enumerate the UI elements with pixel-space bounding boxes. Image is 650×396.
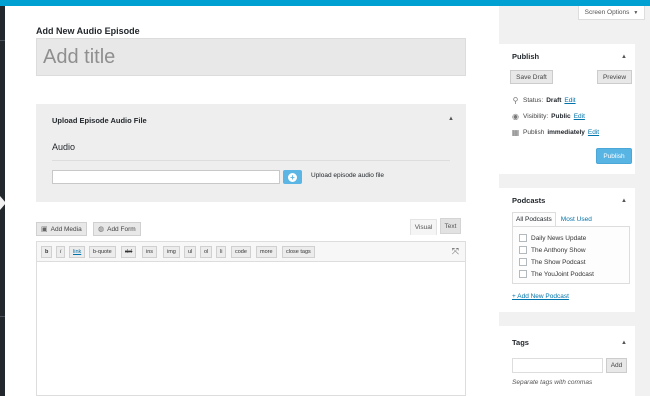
list-item[interactable]: The Anthony Show: [519, 246, 586, 254]
list-item[interactable]: The YouJoint Podcast: [519, 270, 594, 278]
screen-options-button[interactable]: Screen Options ▼: [578, 6, 645, 20]
calendar-icon: ▦: [511, 128, 520, 137]
form-icon: ◍: [98, 226, 105, 233]
edit-status-link[interactable]: Edit: [564, 97, 575, 104]
qt-del[interactable]: del: [121, 246, 137, 258]
upload-episode-metabox: Upload Episode Audio File ▲ Audio + Uplo…: [36, 104, 466, 202]
tag-input[interactable]: [512, 358, 603, 373]
schedule-row: ▦ Publish immediately Edit: [511, 128, 600, 137]
media-icon: ▣: [41, 226, 48, 233]
caret-down-icon: ▼: [633, 9, 639, 16]
content-editor[interactable]: b i link b-quote del ins img ul ol li co…: [36, 241, 466, 396]
upload-button-label: Upload episode audio file: [311, 172, 384, 179]
add-media-button[interactable]: ▣ Add Media: [36, 222, 87, 236]
qt-link[interactable]: link: [69, 246, 86, 258]
podcast-checklist: Daily News Update The Anthony Show The S…: [512, 226, 630, 284]
qt-ol[interactable]: ol: [200, 246, 213, 258]
tags-box-title: Tags: [512, 338, 529, 347]
qt-ul[interactable]: ul: [184, 246, 197, 258]
divider: [52, 160, 450, 161]
add-form-button[interactable]: ◍ Add Form: [93, 222, 141, 236]
qt-li[interactable]: li: [216, 246, 227, 258]
plus-icon: +: [288, 172, 297, 182]
audio-field-label: Audio: [52, 142, 76, 152]
tab-most-used[interactable]: Most Used: [556, 212, 595, 226]
tab-visual[interactable]: Visual: [410, 219, 437, 235]
add-new-podcast-link[interactable]: + Add New Podcast: [512, 293, 569, 300]
qt-more[interactable]: more: [256, 246, 277, 258]
edit-schedule-link[interactable]: Edit: [588, 129, 599, 136]
qt-ins[interactable]: ins: [142, 246, 158, 258]
collapse-toggle-icon[interactable]: ▲: [621, 54, 627, 60]
checkbox[interactable]: [519, 270, 527, 278]
collapse-toggle-icon[interactable]: ▲: [448, 116, 454, 122]
collapse-toggle-icon[interactable]: ▲: [621, 198, 627, 204]
edit-visibility-link[interactable]: Edit: [574, 113, 585, 120]
qt-img[interactable]: img: [163, 246, 180, 258]
list-item[interactable]: Daily News Update: [519, 234, 586, 242]
qt-bold[interactable]: b: [41, 246, 53, 258]
qt-code[interactable]: code: [231, 246, 251, 258]
eye-icon: ◉: [512, 112, 519, 121]
podcasts-box-title: Podcasts: [512, 196, 546, 205]
post-title-input[interactable]: [36, 38, 466, 76]
list-item[interactable]: The Show Podcast: [519, 258, 586, 266]
page-title: Add New Audio Episode: [36, 26, 140, 36]
audio-file-input[interactable]: [52, 170, 280, 184]
publish-button[interactable]: Publish: [596, 148, 632, 164]
checkbox[interactable]: [519, 258, 527, 266]
upload-audio-button[interactable]: +: [283, 170, 302, 184]
add-tag-button[interactable]: Add: [606, 358, 627, 373]
qt-italic[interactable]: i: [56, 246, 66, 258]
collapse-toggle-icon[interactable]: ▲: [621, 340, 627, 346]
qt-close-tags[interactable]: close tags: [282, 246, 315, 258]
podcasts-box: Podcasts ▲ All Podcasts Most Used Daily …: [499, 188, 635, 312]
fullscreen-icon[interactable]: ⤧: [452, 246, 459, 257]
checkbox[interactable]: [519, 246, 527, 254]
tags-hint: Separate tags with commas: [512, 379, 593, 386]
quicktags-toolbar: b i link b-quote del ins img ul ol li co…: [37, 242, 465, 262]
pin-icon: ⚲: [512, 96, 519, 105]
podcast-tabs: All Podcasts Most Used: [512, 212, 595, 226]
tags-box: Tags ▲ Add Separate tags with commas: [499, 326, 635, 396]
visibility-row: ◉ Visibility: Public Edit: [512, 112, 585, 121]
checkbox[interactable]: [519, 234, 527, 242]
status-row: ⚲ Status: Draft Edit: [512, 96, 576, 105]
tab-text[interactable]: Text: [440, 218, 461, 234]
preview-button[interactable]: Preview: [597, 70, 632, 84]
publish-box-title: Publish: [512, 52, 540, 61]
publish-box: Publish ▲ Save Draft Preview ⚲ Status: D…: [499, 44, 635, 174]
save-draft-button[interactable]: Save Draft: [510, 70, 553, 84]
metabox-heading: Upload Episode Audio File: [52, 116, 147, 125]
tab-all-podcasts[interactable]: All Podcasts: [512, 212, 556, 226]
qt-blockquote[interactable]: b-quote: [89, 246, 116, 258]
